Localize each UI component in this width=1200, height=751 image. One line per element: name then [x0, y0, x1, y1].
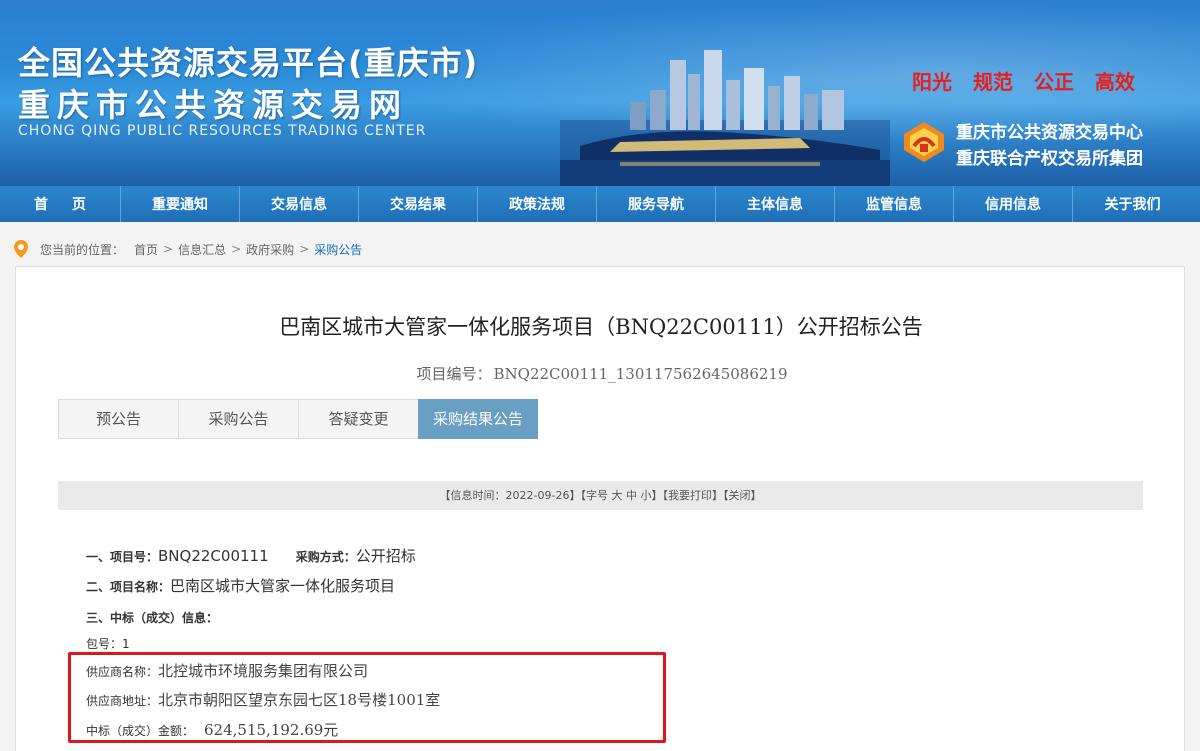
- breadcrumb: 您当前的位置： 首页 > 信息汇总 > 政府采购 > 采购公告: [14, 240, 362, 258]
- nav-item-supervision[interactable]: 监管信息: [835, 186, 954, 222]
- project-number-value: BNQ22C00111_130117562645086219: [493, 365, 788, 383]
- org-logo-icon: [904, 122, 944, 162]
- field-package: 包号：1: [86, 633, 130, 652]
- slogan-2: 规范: [972, 70, 1013, 94]
- package-label: 包号：: [86, 637, 123, 651]
- nav-item-trade-info[interactable]: 交易信息: [240, 186, 359, 222]
- project-number-label: 项目编号：: [416, 365, 492, 383]
- project-name-value: 巴南区城市大管家一体化服务项目: [170, 577, 396, 595]
- breadcrumb-separator: >: [231, 242, 242, 256]
- nav-item-home[interactable]: 首页: [0, 186, 121, 222]
- breadcrumb-home[interactable]: 首页: [134, 241, 158, 258]
- field-project-name: 二、项目名称：巴南区城市大管家一体化服务项目: [86, 575, 395, 596]
- nav-item-about[interactable]: 关于我们: [1073, 186, 1192, 222]
- breadcrumb-current[interactable]: 采购公告: [314, 241, 362, 258]
- breadcrumb-separator: >: [163, 242, 174, 256]
- page-title: 巴南区城市大管家一体化服务项目（BNQ22C00111）公开招标公告: [279, 315, 923, 339]
- city-skyline-image: [560, 50, 890, 186]
- org-name-line1: 重庆市公共资源交易中心: [956, 123, 1143, 143]
- nav-item-entity-info[interactable]: 主体信息: [716, 186, 835, 222]
- tab-qa-changes[interactable]: 答疑变更: [298, 399, 418, 439]
- header-banner: 全国公共资源交易平台(重庆市) 重庆市公共资源交易网 CHONG QING PU…: [0, 0, 1200, 186]
- breadcrumb-summary[interactable]: 信息汇总: [178, 241, 226, 258]
- site-title-line1: 全国公共资源交易平台(重庆市): [18, 44, 479, 82]
- project-number: 项目编号： BNQ22C00111_130117562645086219: [16, 363, 1186, 384]
- slogan-4: 高效: [1094, 70, 1135, 94]
- info-bar: 【信息时间：2022-09-26】【字号 大 中 小】【我要打印】【关闭】: [58, 481, 1143, 510]
- slogan-1: 阳光: [912, 70, 952, 94]
- notice-tabs: 预公告 采购公告 答疑变更 采购结果公告: [58, 399, 538, 439]
- project-name-label: 二、项目名称：: [86, 580, 171, 594]
- print-link[interactable]: 【我要打印】: [662, 489, 723, 502]
- tab-result-notice[interactable]: 采购结果公告: [418, 399, 538, 439]
- nav-item-credit[interactable]: 信用信息: [954, 186, 1073, 222]
- tab-procurement-notice[interactable]: 采购公告: [178, 399, 298, 439]
- result-label: 三、中标（成交）信息：: [86, 611, 219, 625]
- content-panel: 巴南区城市大管家一体化服务项目（BNQ22C00111）公开招标公告 项目编号：…: [15, 266, 1185, 751]
- breadcrumb-label: 您当前的位置：: [40, 242, 125, 257]
- location-pin-icon: [14, 240, 28, 258]
- nav-item-notices[interactable]: 重要通知: [121, 186, 240, 222]
- main-nav: 首页 重要通知 交易信息 交易结果 政策法规 服务导航 主体信息 监管信息 信用…: [0, 186, 1200, 222]
- method-label: 采购方式：: [295, 550, 356, 564]
- field-result-header: 三、中标（成交）信息：: [86, 607, 218, 626]
- item-no-label: 一、项目号：: [86, 550, 159, 564]
- info-time: 【信息时间：2022-09-26】: [439, 489, 581, 502]
- item-no-value: BNQ22C00111: [158, 547, 269, 565]
- nav-item-service-guide[interactable]: 服务导航: [597, 186, 716, 222]
- highlight-box: [68, 652, 666, 743]
- slogan: 阳光 规范 公正 高效: [912, 66, 1149, 95]
- slogan-3: 公正: [1033, 70, 1074, 94]
- close-link[interactable]: 【关闭】: [723, 489, 762, 502]
- site-title-english: CHONG QING PUBLIC RESOURCES TRADING CENT…: [18, 123, 427, 139]
- font-size-label: 【字号: [580, 489, 608, 502]
- breadcrumb-gov-procurement[interactable]: 政府采购: [246, 241, 294, 258]
- font-small-link[interactable]: 小】: [640, 489, 662, 502]
- org-name-line2: 重庆联合产权交易所集团: [956, 149, 1143, 169]
- package-value: 1: [122, 637, 130, 651]
- site-title-line2: 重庆市公共资源交易网: [18, 86, 409, 124]
- method-value: 公开招标: [355, 547, 416, 565]
- nav-item-trade-results[interactable]: 交易结果: [359, 186, 478, 222]
- font-medium-link[interactable]: 中: [626, 489, 637, 502]
- organization-block: 重庆市公共资源交易中心 重庆联合产权交易所集团: [902, 118, 1192, 174]
- breadcrumb-separator: >: [299, 242, 310, 256]
- nav-item-policies[interactable]: 政策法规: [478, 186, 597, 222]
- tab-pre-notice[interactable]: 预公告: [58, 399, 178, 439]
- field-item-no: 一、项目号：BNQ22C00111 采购方式：公开招标: [86, 545, 416, 566]
- font-large-link[interactable]: 大: [611, 489, 622, 502]
